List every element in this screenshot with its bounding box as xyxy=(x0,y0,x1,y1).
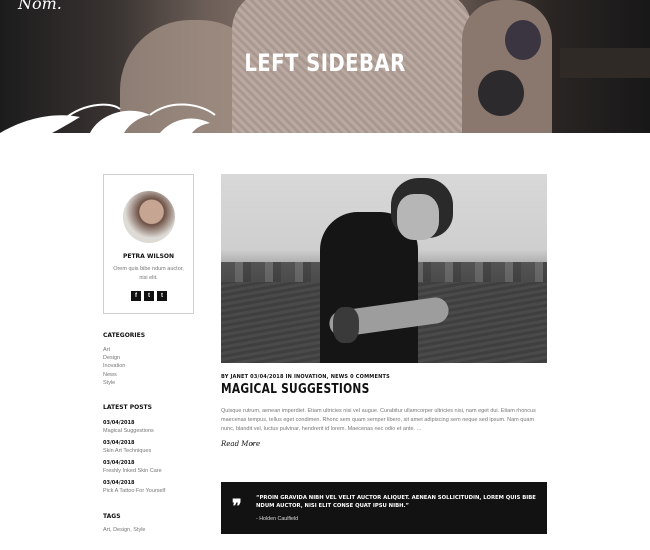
category-link[interactable]: News xyxy=(103,371,125,379)
quote-text: “PROIN GRAVIDA NIBH VEL VELIT AUCTOR ALI… xyxy=(256,495,536,509)
post-meta: BY JANET 03/04/2018 IN INOVATION, NEWS 0… xyxy=(221,374,390,380)
ornament-swirl xyxy=(0,103,216,133)
list-item[interactable]: 03/04/2018 Magical Suggestions xyxy=(103,419,165,439)
post-date: 03/04/2018 xyxy=(103,420,135,426)
post-date: 03/04/2018 xyxy=(103,460,135,466)
category-link[interactable]: Inovation xyxy=(103,362,125,370)
page-title: LEFT SIDEBAR xyxy=(244,49,406,77)
tumblr-icon[interactable]: t xyxy=(157,291,167,301)
categories-list: Art Design Inovation News Style xyxy=(103,346,125,387)
author-widget: PETRA WILSON Orem quis bibe ndum auctor,… xyxy=(103,174,194,314)
quote-post: ❞ “PROIN GRAVIDA NIBH VEL VELIT AUCTOR A… xyxy=(221,482,547,534)
category-link[interactable]: Design xyxy=(103,354,125,362)
author-name: PETRA WILSON xyxy=(122,253,175,260)
category-link[interactable]: Style xyxy=(103,379,125,387)
hero-banner: Nom. LEFT SIDEBAR xyxy=(0,0,650,133)
chevron-right-icon[interactable]: › xyxy=(251,439,254,448)
read-more-link[interactable]: Read More xyxy=(221,440,260,448)
author-bio: Orem quis bibe ndum auctor, nisi elit. xyxy=(113,266,184,281)
tags-title: TAGS xyxy=(103,513,121,520)
avatar xyxy=(123,191,175,243)
site-logo[interactable]: Nom. xyxy=(18,0,62,13)
list-item[interactable]: 03/04/2018 Pick A Tattoo For Yourself xyxy=(103,479,165,499)
post-link[interactable]: Skin Art Techniques xyxy=(103,447,165,455)
post-date: 03/04/2018 xyxy=(103,440,135,446)
post-title[interactable]: MAGICAL SUGGESTIONS xyxy=(221,382,370,397)
latest-posts-list: 03/04/2018 Magical Suggestions 03/04/201… xyxy=(103,419,165,499)
image-person-tattoo xyxy=(333,307,359,343)
facebook-icon[interactable]: f xyxy=(131,291,141,301)
post-date: 03/04/2018 xyxy=(103,480,135,486)
post-link[interactable]: Pick A Tattoo For Yourself xyxy=(103,487,165,495)
image-person-face xyxy=(397,194,439,240)
tag-links[interactable]: Art, Design, Style xyxy=(103,527,146,533)
quote-icon: ❞ xyxy=(232,496,242,517)
post-featured-image[interactable] xyxy=(221,174,547,363)
post-excerpt: Quisque rutrum, aenean imperdiet. Etiam … xyxy=(221,408,536,432)
category-link[interactable]: Art xyxy=(103,346,125,354)
post-link[interactable]: Magical Suggestions xyxy=(103,427,165,435)
post-link[interactable]: Freshly Inked Skin Care xyxy=(103,467,165,475)
categories-title: CATEGORIES xyxy=(103,332,146,339)
twitter-icon[interactable]: t xyxy=(144,291,154,301)
social-links: f t t xyxy=(131,291,167,301)
list-item[interactable]: 03/04/2018 Skin Art Techniques xyxy=(103,439,165,459)
quote-author: - Holden Caulfield xyxy=(256,516,299,522)
latest-posts-title: LATEST POSTS xyxy=(103,404,152,411)
list-item[interactable]: 03/04/2018 Freshly Inked Skin Care xyxy=(103,459,165,479)
